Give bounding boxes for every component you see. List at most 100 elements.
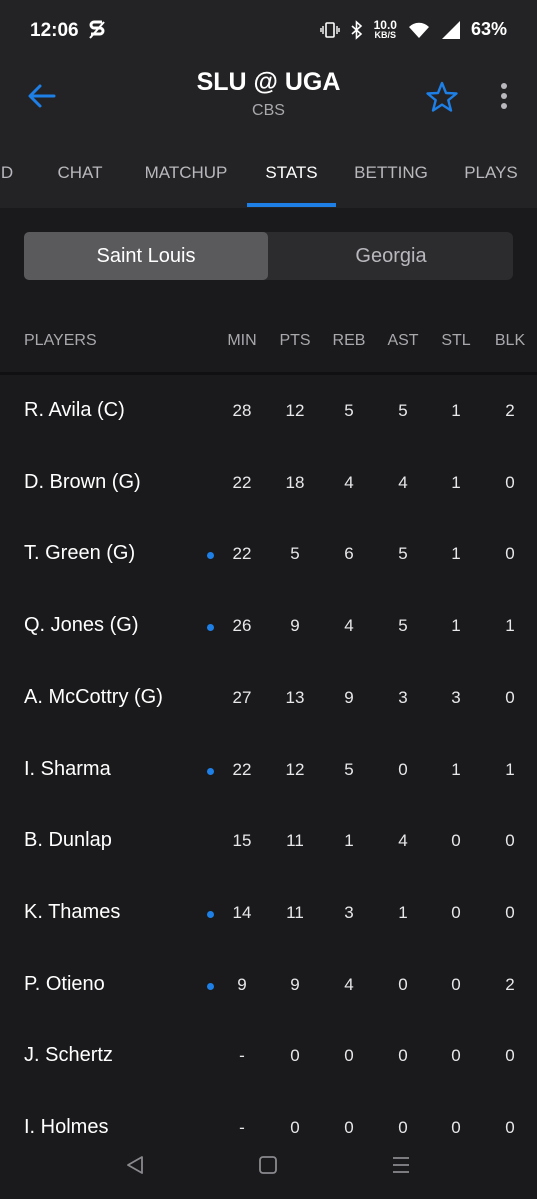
stat-blk: 0: [505, 473, 515, 492]
status-right-group: 10.0 KB/S 63%: [310, 19, 507, 40]
signal-icon: [441, 20, 460, 39]
stat-blk: 0: [505, 1118, 515, 1137]
stat-blk: 2: [505, 975, 515, 994]
header-ast[interactable]: AST: [383, 332, 423, 350]
status-bar: 12:06 10.0 KB/S 63%: [0, 0, 537, 60]
stat-blk: 0: [505, 544, 515, 563]
player-name: B. Dunlap: [24, 829, 112, 851]
stat-stl: 1: [451, 544, 461, 563]
stat-min: 28: [232, 401, 252, 420]
player-row[interactable]: K. Thames 14 11 3 1 0 0: [0, 878, 537, 950]
on-court-indicator-icon: [207, 911, 214, 918]
stat-min: -: [239, 1046, 245, 1065]
header-blk[interactable]: BLK: [490, 332, 530, 350]
stat-ast: 5: [398, 401, 408, 420]
status-time: 12:06: [30, 20, 79, 41]
stat-pts: 0: [290, 1046, 300, 1065]
stat-min: 27: [232, 688, 252, 707]
stat-reb: 6: [344, 544, 354, 563]
vibrate-icon: [319, 21, 340, 38]
stat-reb: 5: [344, 760, 354, 779]
stat-min: 22: [232, 544, 252, 563]
player-name: Q. Jones (G): [24, 614, 139, 636]
stat-ast: 1: [398, 903, 408, 922]
on-court-indicator-icon: [207, 983, 214, 990]
stat-stl: 1: [451, 616, 461, 635]
stat-stl: 0: [451, 903, 461, 922]
player-row[interactable]: B. Dunlap 15 11 1 4 0 0: [0, 806, 537, 878]
team-button-saint-louis[interactable]: Saint Louis: [24, 232, 268, 280]
header-players[interactable]: PLAYERS: [24, 332, 97, 350]
stat-pts: 5: [290, 544, 300, 563]
stat-reb: 4: [344, 473, 354, 492]
stat-pts: 13: [285, 688, 305, 707]
on-court-indicator-icon: [207, 552, 214, 559]
player-name: P. Otieno: [24, 973, 105, 995]
tab-chat[interactable]: CHAT: [40, 148, 120, 208]
stat-reb: 0: [344, 1118, 354, 1137]
back-triangle-icon[interactable]: [124, 1154, 146, 1176]
stat-pts: 11: [286, 831, 304, 850]
stat-stl: 1: [451, 401, 461, 420]
tab-stats[interactable]: STATS: [247, 148, 336, 208]
stat-ast: 3: [398, 688, 408, 707]
player-row[interactable]: T. Green (G) 22 5 6 5 1 0: [0, 519, 537, 591]
player-row[interactable]: D. Brown (G) 22 18 4 4 1 0: [0, 448, 537, 520]
on-court-indicator-icon: [207, 624, 214, 631]
stat-stl: 0: [451, 975, 461, 994]
player-row[interactable]: I. Sharma 22 12 5 0 1 1: [0, 735, 537, 807]
stat-pts: 12: [285, 401, 305, 420]
stat-reb: 0: [344, 1046, 354, 1065]
home-square-icon[interactable]: [258, 1154, 278, 1176]
stat-pts: 11: [286, 903, 304, 922]
player-name: I. Holmes: [24, 1116, 109, 1138]
stat-stl: 0: [451, 1046, 461, 1065]
player-row[interactable]: J. Schertz - 0 0 0 0 0: [0, 1021, 537, 1093]
stat-ast: 0: [398, 1046, 408, 1065]
stat-min: 22: [232, 473, 252, 492]
stat-ast: 0: [398, 975, 408, 994]
stat-blk: 0: [505, 903, 515, 922]
stat-ast: 5: [398, 544, 408, 563]
tab-plays[interactable]: PLAYS: [452, 148, 530, 208]
stat-ast: 0: [398, 760, 408, 779]
stat-ast: 0: [398, 1118, 408, 1137]
player-row[interactable]: R. Avila (C) 28 12 5 5 1 2: [0, 376, 537, 448]
stat-blk: 0: [505, 1046, 515, 1065]
header-stl[interactable]: STL: [436, 332, 476, 350]
tab-d[interactable]: D: [0, 148, 20, 208]
stat-reb: 5: [344, 401, 354, 420]
tab-matchup[interactable]: MATCHUP: [130, 148, 242, 208]
player-name: D. Brown (G): [24, 471, 141, 493]
team-button-georgia[interactable]: Georgia: [269, 232, 513, 280]
player-row[interactable]: P. Otieno 9 9 4 0 0 2: [0, 950, 537, 1022]
stat-reb: 1: [344, 831, 354, 850]
header-min[interactable]: MIN: [222, 332, 262, 350]
player-row[interactable]: A. McCottry (G) 27 13 9 3 3 0: [0, 663, 537, 735]
more-vert-icon[interactable]: [492, 80, 516, 114]
player-name: R. Avila (C): [24, 399, 125, 421]
stat-ast: 4: [398, 473, 408, 492]
player-name: A. McCottry (G): [24, 686, 163, 708]
stat-blk: 0: [505, 831, 515, 850]
player-row[interactable]: Q. Jones (G) 26 9 4 5 1 1: [0, 591, 537, 663]
header-pts[interactable]: PTS: [275, 332, 315, 350]
stat-blk: 1: [505, 760, 515, 779]
team-toggle: Saint Louis Georgia: [24, 232, 513, 280]
system-nav-bar: [0, 1140, 537, 1192]
stat-min: 14: [232, 903, 252, 922]
star-icon[interactable]: [425, 80, 459, 114]
bluetooth-icon: [351, 19, 362, 40]
battery-percent: 63%: [470, 19, 507, 39]
stat-blk: 2: [505, 401, 515, 420]
header-reb[interactable]: REB: [329, 332, 369, 350]
tab-bar: D CHAT MATCHUP STATS BETTING PLAYS: [0, 148, 537, 208]
stat-min: 15: [232, 831, 252, 850]
stat-reb: 4: [344, 616, 354, 635]
stat-min: 9: [237, 975, 247, 994]
player-name: J. Schertz: [24, 1044, 113, 1066]
stat-reb: 3: [344, 903, 354, 922]
tab-betting[interactable]: BETTING: [344, 148, 438, 208]
recents-lines-icon[interactable]: [390, 1154, 412, 1176]
app-bar: SLU @ UGA CBS: [0, 60, 537, 130]
